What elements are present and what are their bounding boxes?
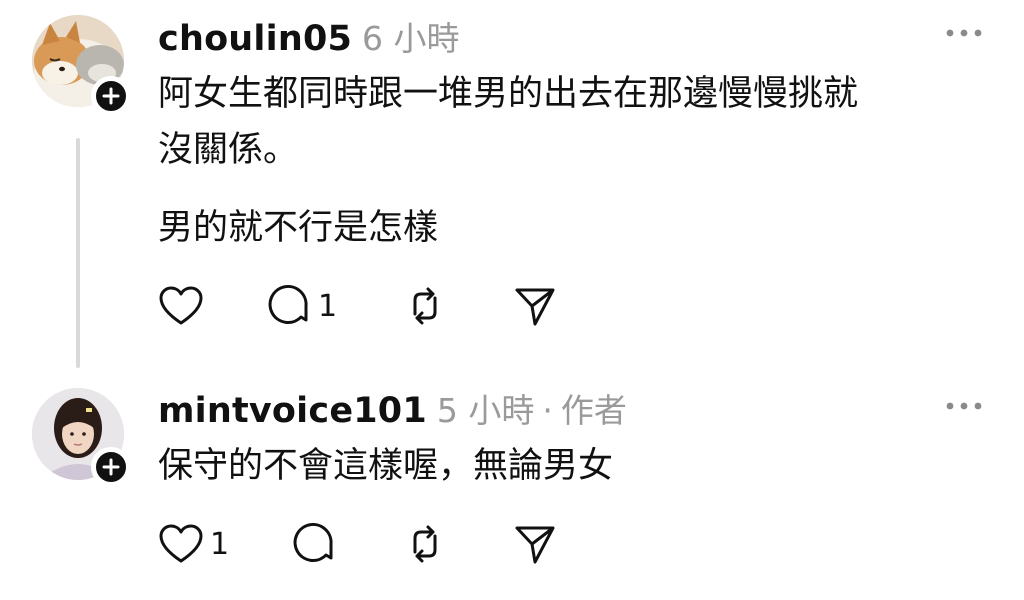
repost-button[interactable] [403, 520, 513, 568]
username[interactable]: choulin05 [158, 19, 352, 59]
username[interactable]: mintvoice101 [158, 391, 427, 431]
plus-icon [102, 87, 120, 105]
repost-icon [413, 525, 437, 563]
follow-button[interactable] [91, 76, 131, 116]
reply-button[interactable]: 1 [268, 282, 403, 330]
action-bar: 1 [158, 282, 573, 330]
action-bar: 1 [158, 520, 573, 568]
comment-icon [268, 285, 308, 324]
heart-icon [159, 524, 203, 563]
post-header: mintvoice101 5 小時 · 作者 [158, 384, 627, 432]
send-icon [515, 526, 555, 564]
more-dots-icon[interactable] [944, 27, 984, 39]
post-header: choulin05 6 小時 [158, 12, 460, 60]
more-dots-icon[interactable] [944, 400, 984, 412]
comment-icon [293, 523, 333, 562]
post-text-line: 阿女生都同時跟一堆男的出去在那邊慢慢挑就 [158, 74, 859, 114]
meta-separator: · [542, 391, 553, 430]
share-button[interactable] [513, 520, 573, 568]
repost-button[interactable] [403, 282, 513, 330]
timestamp: 6 小時 [362, 19, 460, 58]
like-button[interactable]: 1 [158, 520, 293, 568]
like-count: 1 [210, 526, 230, 562]
send-icon [515, 288, 555, 326]
reply-button[interactable] [293, 520, 403, 568]
reply-count: 1 [318, 288, 338, 324]
like-button[interactable] [158, 282, 268, 330]
heart-icon [159, 286, 203, 325]
post-text-line: 保守的不會這樣喔，無論男女 [158, 446, 614, 486]
share-button[interactable] [513, 282, 573, 330]
post-text-line: 沒關係。 [158, 130, 299, 170]
author-tag: 作者 [560, 391, 627, 430]
post-item: choulin05 6 小時 阿女生都同時跟一堆男的出去在那邊慢慢挑就 沒關係。… [0, 0, 1024, 370]
thread-line [76, 138, 80, 368]
post-item: mintvoice101 5 小時 · 作者 保守的不會這樣喔，無論男女 1 [0, 380, 1024, 600]
follow-button[interactable] [91, 447, 131, 487]
plus-icon [102, 458, 120, 476]
post-text-paragraph: 男的就不行是怎樣 [158, 208, 439, 248]
timestamp: 5 小時 [436, 391, 535, 430]
repost-icon [413, 287, 437, 325]
